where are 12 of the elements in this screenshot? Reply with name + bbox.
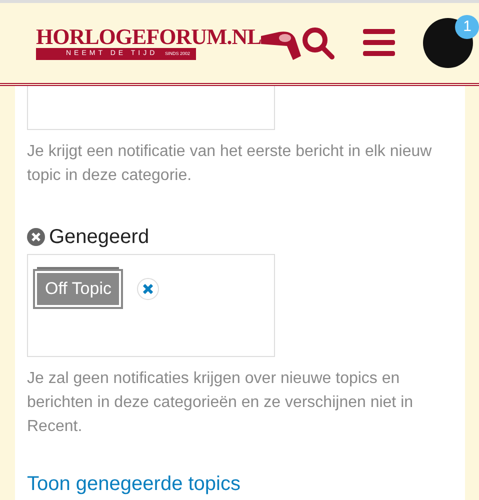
notification-count: 1 [455,15,479,39]
section-title: Genegeerd [49,225,150,250]
ignored-icon [27,228,45,246]
close-icon [143,284,154,294]
show-ignored-topics-link[interactable]: Toon genegeerde topics [27,473,240,495]
remove-button[interactable] [137,278,160,300]
description-text: Je krijgt een notificatie van het eerste bericht in elk nieuw topic in deze categorie. [27,142,433,186]
menu-icon[interactable] [363,29,396,57]
search-icon[interactable] [301,26,336,60]
logo-title: HORLOGEFORUM.NL [36,26,262,48]
category-selector[interactable]: Off Topic [27,254,275,357]
description-text: Je zal geen notificaties krijgen over nieuwe topics en berichten in deze categorieën en ze verschijnen niet in Recent. [27,369,414,437]
